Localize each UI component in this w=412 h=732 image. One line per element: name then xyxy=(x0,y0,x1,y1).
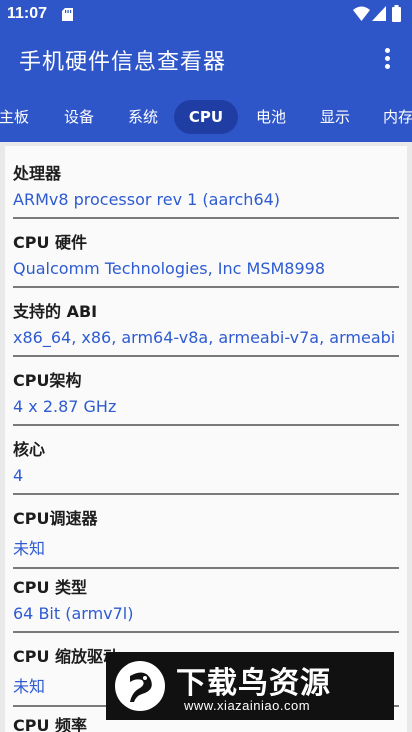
list-item: 处理器 ARMv8 processor rev 1 (aarch64) xyxy=(13,160,399,219)
list-item: CPU 类型 64 Bit (armv7l) xyxy=(13,574,399,633)
bird-logo-icon xyxy=(115,661,165,711)
item-value: 64 Bit (armv7l) xyxy=(13,604,134,623)
watermark-title: 下载鸟资源 xyxy=(176,666,331,701)
list-item: CPU架构 4 x 2.87 GHz xyxy=(13,367,399,426)
divider xyxy=(13,631,399,633)
status-bar: 11:07 xyxy=(0,0,412,30)
divider xyxy=(13,567,399,569)
item-label: CPU 硬件 xyxy=(13,233,88,252)
watermark-url: www.xiazainiao.com xyxy=(184,698,311,713)
item-label: 核心 xyxy=(13,440,46,459)
list-item: 核心 4 xyxy=(13,436,399,495)
item-value: 4 x 2.87 GHz xyxy=(13,397,117,416)
signal-icon xyxy=(372,6,386,21)
sd-card-icon xyxy=(62,8,73,21)
overflow-menu-icon[interactable] xyxy=(376,46,398,74)
item-label: CPU 类型 xyxy=(13,578,88,597)
tab-battery[interactable]: 电池 xyxy=(240,100,302,134)
divider xyxy=(13,217,399,219)
tab-cpu[interactable]: CPU xyxy=(174,100,238,134)
tab-display[interactable]: 显示 xyxy=(304,100,366,134)
list-item: CPU 硬件 Qualcomm Technologies, Inc MSM899… xyxy=(13,229,399,288)
tab-mainboard[interactable]: 主板 xyxy=(0,100,40,134)
watermark-banner: 下载鸟资源 www.xiazainiao.com xyxy=(106,652,394,720)
app-title: 手机硬件信息查看器 xyxy=(19,50,227,75)
divider xyxy=(13,286,399,288)
divider xyxy=(13,424,399,426)
app-bar: 11:07 手机硬件信息查看器 主板 设备 系统 CPU 电池 显示 内存 xyxy=(0,0,412,142)
wifi-icon xyxy=(353,6,370,21)
item-value: ARMv8 processor rev 1 (aarch64) xyxy=(13,190,281,209)
list-item: 支持的 ABI x86_64, x86, arm64-v8a, armeabi-… xyxy=(13,298,399,357)
tab-device[interactable]: 设备 xyxy=(48,100,110,134)
item-label: CPU调速器 xyxy=(13,509,98,528)
tab-bar: 主板 设备 系统 CPU 电池 显示 内存 xyxy=(0,100,412,134)
divider xyxy=(13,493,399,495)
tab-system[interactable]: 系统 xyxy=(112,100,174,134)
item-value: x86_64, x86, arm64-v8a, armeabi-v7a, arm… xyxy=(13,328,396,347)
item-label: 支持的 ABI xyxy=(13,302,98,321)
item-value: Qualcomm Technologies, Inc MSM8998 xyxy=(13,259,326,278)
item-value: 4 xyxy=(13,466,24,485)
list-item: CPU调速器 未知 xyxy=(13,505,399,569)
cpu-info-list[interactable]: 处理器 ARMv8 processor rev 1 (aarch64) CPU … xyxy=(5,146,407,732)
divider xyxy=(13,355,399,357)
item-label: CPU架构 xyxy=(13,371,82,390)
item-value: 未知 xyxy=(13,539,46,558)
battery-icon xyxy=(392,5,401,22)
tab-memory[interactable]: 内存 xyxy=(372,100,412,134)
status-time: 11:07 xyxy=(7,5,48,22)
item-label: 处理器 xyxy=(13,164,62,183)
